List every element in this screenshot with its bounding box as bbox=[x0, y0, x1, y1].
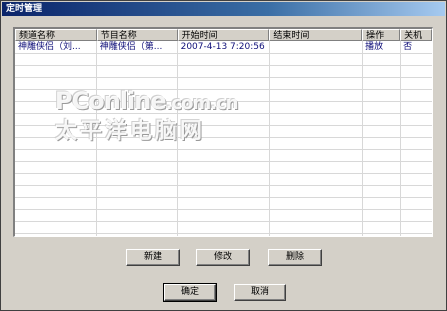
grid-row-line bbox=[15, 125, 432, 126]
column-header-channel[interactable]: 频道名称 bbox=[15, 29, 97, 41]
cell-start-time: 2007-4-13 7:20:56 bbox=[180, 42, 265, 52]
grid-row-line bbox=[15, 161, 432, 162]
grid-row-line bbox=[15, 185, 432, 186]
window-title: 定时管理 bbox=[6, 4, 43, 14]
new-button[interactable]: 新建 bbox=[126, 249, 180, 266]
grid-column-line bbox=[269, 41, 270, 236]
grid-column-line bbox=[400, 41, 401, 236]
title-bar[interactable]: 定时管理 bbox=[2, 2, 445, 16]
edit-button[interactable]: 修改 bbox=[196, 249, 250, 266]
cell-end-time bbox=[269, 41, 362, 53]
grid-row-line bbox=[15, 137, 432, 138]
grid-row-line bbox=[15, 53, 432, 54]
grid-row-line bbox=[15, 197, 432, 198]
cell-action: 播放 bbox=[365, 42, 384, 52]
cell-program: 神雕侠侣（第... bbox=[99, 42, 163, 52]
column-header-shutdown[interactable]: 关机 bbox=[400, 29, 432, 41]
grid-column-line bbox=[96, 41, 97, 236]
grid-row-line bbox=[15, 77, 432, 78]
grid-row-line bbox=[15, 233, 432, 234]
grid-row-line bbox=[15, 221, 432, 222]
cancel-button[interactable]: 取消 bbox=[234, 284, 286, 301]
delete-button[interactable]: 删除 bbox=[268, 249, 322, 266]
grid-row-line bbox=[15, 173, 432, 174]
grid-row-line bbox=[15, 149, 432, 150]
column-header-end-time[interactable]: 结束时间 bbox=[269, 29, 363, 41]
column-header-start-time[interactable]: 开始时间 bbox=[177, 29, 270, 41]
grid-row-line bbox=[15, 65, 432, 66]
schedule-list[interactable]: 频道名称 节目名称 开始时间 结束时间 操作 关机 神雕侠侣（刘... 神雕侠侣… bbox=[13, 27, 433, 237]
grid-row-line bbox=[15, 89, 432, 90]
column-header-program[interactable]: 节目名称 bbox=[96, 29, 178, 41]
column-header-action[interactable]: 操作 bbox=[362, 29, 401, 41]
grid-row-line bbox=[15, 101, 432, 102]
grid-column-line bbox=[362, 41, 363, 236]
cell-channel: 神雕侠侣（刘... bbox=[18, 42, 81, 52]
schedule-dialog: 定时管理 频道名称 节目名称 开始时间 结束时间 操作 关机 神雕侠侣（刘...… bbox=[0, 0, 447, 311]
grid-row-line bbox=[15, 209, 432, 210]
list-body: 神雕侠侣（刘... 神雕侠侣（第... 2007-4-13 7:20:56 播放… bbox=[15, 41, 432, 236]
ok-button[interactable]: 确定 bbox=[163, 283, 217, 302]
cell-shutdown: 否 bbox=[403, 42, 413, 52]
list-header: 频道名称 节目名称 开始时间 结束时间 操作 关机 bbox=[15, 29, 432, 41]
table-row[interactable]: 神雕侠侣（刘... 神雕侠侣（第... 2007-4-13 7:20:56 播放… bbox=[15, 41, 432, 53]
grid-column-line bbox=[432, 41, 433, 236]
grid-row-line bbox=[15, 113, 432, 114]
grid-column-line bbox=[177, 41, 178, 236]
